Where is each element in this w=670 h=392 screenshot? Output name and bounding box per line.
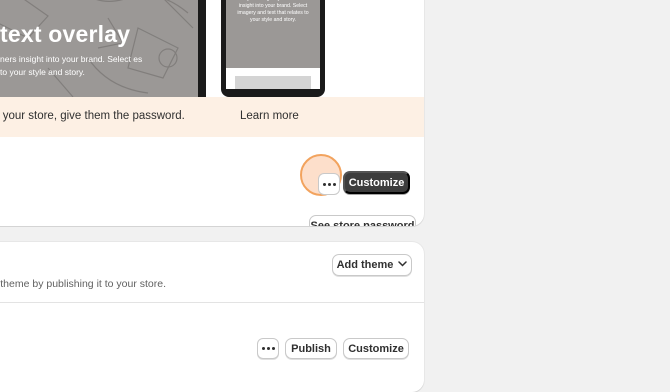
- theme-customize-button[interactable]: Customize: [343, 338, 409, 359]
- preview-illustration: [0, 0, 194, 97]
- theme-library-card: Add theme er theme by publishing it to y…: [0, 242, 424, 392]
- mobile-hero-text: overlay text to give your customers insi…: [233, 0, 313, 23]
- more-dots-icon: [322, 182, 336, 186]
- add-theme-button[interactable]: Add theme: [332, 254, 412, 276]
- password-banner: ss your store, give them the password. L…: [0, 97, 424, 226]
- desktop-preview: text overlay ners insight into your bran…: [0, 0, 206, 97]
- banner-text: ss your store, give them the password.: [0, 110, 185, 122]
- mobile-screen: overlay text to give your customers insi…: [226, 0, 320, 89]
- hero-subtitle: ners insight into your brand. Select es …: [0, 54, 143, 77]
- chevron-down-icon: [398, 260, 408, 270]
- customize-button[interactable]: Customize: [343, 171, 410, 194]
- add-theme-label: Add theme: [336, 259, 394, 271]
- publish-button[interactable]: Publish: [285, 338, 337, 359]
- themes-page: text overlay ners insight into your bran…: [0, 0, 670, 392]
- divider: [0, 302, 424, 303]
- library-description: er theme by publishing it to your store.: [0, 278, 167, 290]
- mobile-content-bar: [235, 76, 311, 89]
- more-dots-icon: [261, 347, 275, 350]
- more-actions-button[interactable]: [318, 173, 340, 195]
- mobile-hero: overlay text to give your customers insi…: [226, 0, 320, 68]
- mobile-preview: overlay text to give your customers insi…: [221, 0, 325, 97]
- see-store-password-button[interactable]: See store password: [309, 215, 416, 226]
- theme-preview: text overlay ners insight into your bran…: [0, 0, 424, 97]
- theme-more-actions-button[interactable]: [257, 338, 279, 359]
- current-theme-card: text overlay ners insight into your bran…: [0, 0, 424, 226]
- hero-title: text overlay: [0, 21, 131, 47]
- learn-more-link[interactable]: Learn more: [240, 110, 299, 122]
